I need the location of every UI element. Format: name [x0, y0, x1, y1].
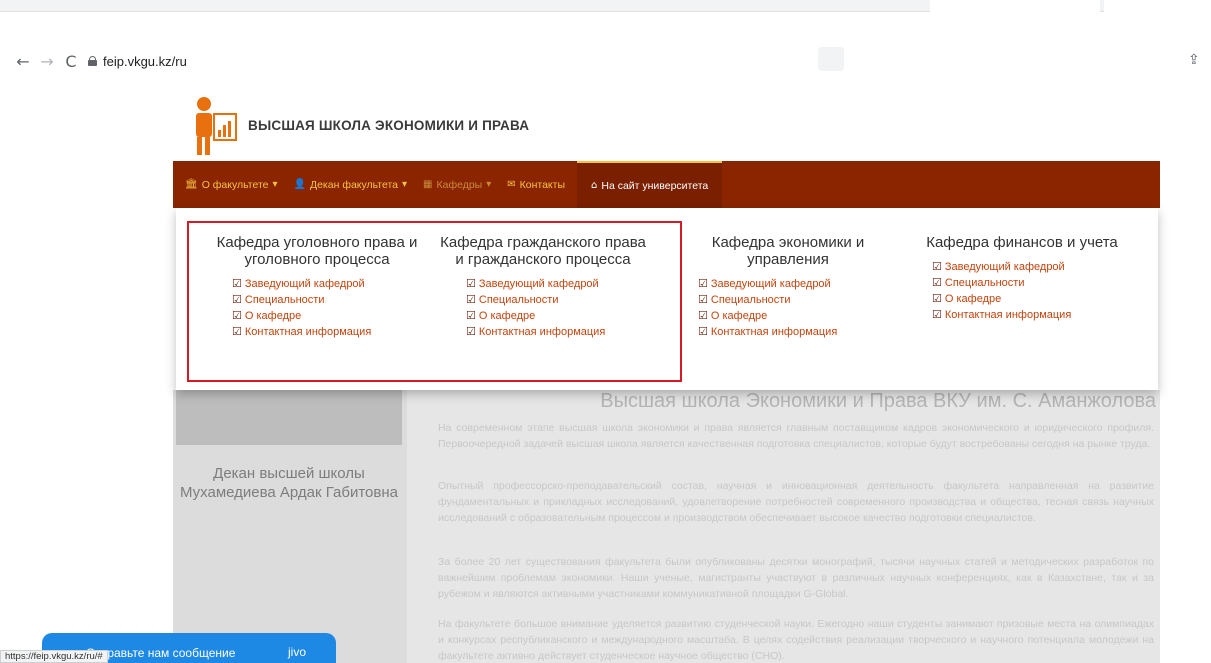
department-column: Кафедра финансов и учета ☑ Заведующий каф…: [904, 234, 1140, 323]
main-heading: Высшая школа Экономики и Права ВКУ им. С…: [600, 390, 1156, 412]
checkbox-icon: ☑: [698, 293, 708, 306]
extension-icon[interactable]: [818, 47, 844, 71]
caret-down-icon: ▾: [272, 179, 278, 190]
department-link[interactable]: ☑ Заведующий кафедрой: [932, 259, 1065, 275]
checkbox-icon: ☑: [932, 260, 942, 273]
chat-brand: jivo: [288, 645, 307, 659]
site-title[interactable]: ВЫСШАЯ ШКОЛА ЭКОНОМИКИ И ПРАВА: [248, 118, 529, 133]
grid-icon: ▦: [423, 179, 433, 190]
nav-label: Декан факультета: [309, 178, 399, 191]
nav-dean[interactable]: 👤 Декан факультета ▾: [294, 179, 408, 191]
nav-label: Кафедры: [436, 178, 483, 191]
envelope-icon: ✉: [507, 179, 516, 190]
highlight-annotation-box: [187, 221, 682, 382]
department-link[interactable]: ☑ Контактная информация: [698, 324, 837, 340]
department-link[interactable]: ☑ Контактная информация: [932, 307, 1071, 323]
main-paragraph: На факультете большое внимание уделяется…: [438, 618, 1154, 662]
checkbox-icon: ☑: [932, 292, 942, 305]
main-paragraph: На современном этапе высшая школа эконом…: [438, 422, 1154, 450]
status-bar-url: https://feip.vkgu.kz/ru/#: [0, 650, 108, 663]
address-bar: ← → C feip.vkgu.kz/ru ⇪: [0, 44, 1211, 78]
department-link[interactable]: ☑ О кафедре: [698, 308, 767, 324]
main-paragraph: За более 20 лет существования факультета…: [438, 556, 1154, 600]
checkbox-icon: ☑: [932, 276, 942, 289]
back-arrow-icon[interactable]: ←: [12, 50, 34, 72]
page-background-content: Декан высшей школы Мухамедиева Ардак Габ…: [0, 390, 1211, 663]
caret-down-icon: ▾: [486, 179, 492, 190]
checkbox-icon: ☑: [698, 277, 708, 290]
department-link[interactable]: ☑ О кафедре: [932, 291, 1001, 307]
nav-contacts[interactable]: ✉ Контакты: [507, 179, 565, 191]
university-icon: 🏛: [185, 179, 198, 190]
browser-tabstrip: [0, 0, 1211, 12]
checkbox-icon: ☑: [698, 325, 708, 338]
nav-label: О факультете: [201, 178, 269, 191]
nav-about-faculty[interactable]: 🏛 О факультете ▾: [185, 179, 278, 191]
caret-down-icon: ▾: [402, 179, 408, 190]
main-paragraph: Опытный профессорско-преподавательский с…: [438, 480, 1154, 524]
dean-photo: [176, 390, 402, 445]
nav-departments[interactable]: ▦ Кафедры ▾: [423, 179, 491, 191]
site-logo-icon[interactable]: [190, 96, 240, 156]
lock-icon[interactable]: [88, 56, 97, 66]
url-text[interactable]: feip.vkgu.kz/ru: [103, 54, 187, 69]
department-link[interactable]: ☑ Специальности: [698, 292, 790, 308]
home-icon: ⌂: [591, 180, 598, 191]
department-link[interactable]: ☑ Специальности: [932, 275, 1024, 291]
share-icon[interactable]: ⇪: [1188, 52, 1200, 68]
reload-icon[interactable]: C: [60, 50, 82, 72]
department-title[interactable]: Кафедра экономики и управления: [688, 234, 888, 268]
department-link[interactable]: ☑ Заведующий кафедрой: [698, 276, 831, 292]
checkbox-icon: ☑: [932, 308, 942, 321]
department-column: Кафедра экономики и управления ☑ Заведующ…: [688, 234, 888, 340]
user-icon: 👤: [293, 179, 306, 190]
browser-tab[interactable]: [1104, 0, 1211, 12]
forward-arrow-icon[interactable]: →: [36, 50, 58, 72]
dean-caption: Декан высшей школы Мухамедиева Ардак Габ…: [179, 465, 398, 501]
nav-label: На сайт университета: [601, 179, 709, 192]
browser-tab[interactable]: [930, 0, 1100, 12]
department-title[interactable]: Кафедра финансов и учета: [904, 234, 1140, 251]
chat-label: Отправьте нам сообщение: [86, 646, 236, 660]
nav-label: Контакты: [519, 178, 565, 191]
checkbox-icon: ☑: [698, 309, 708, 322]
nav-university-site[interactable]: ⌂ На сайт университета: [577, 161, 723, 208]
main-navbar: 🏛 О факультете ▾ 👤 Декан факультета ▾ ▦ …: [173, 161, 1160, 208]
